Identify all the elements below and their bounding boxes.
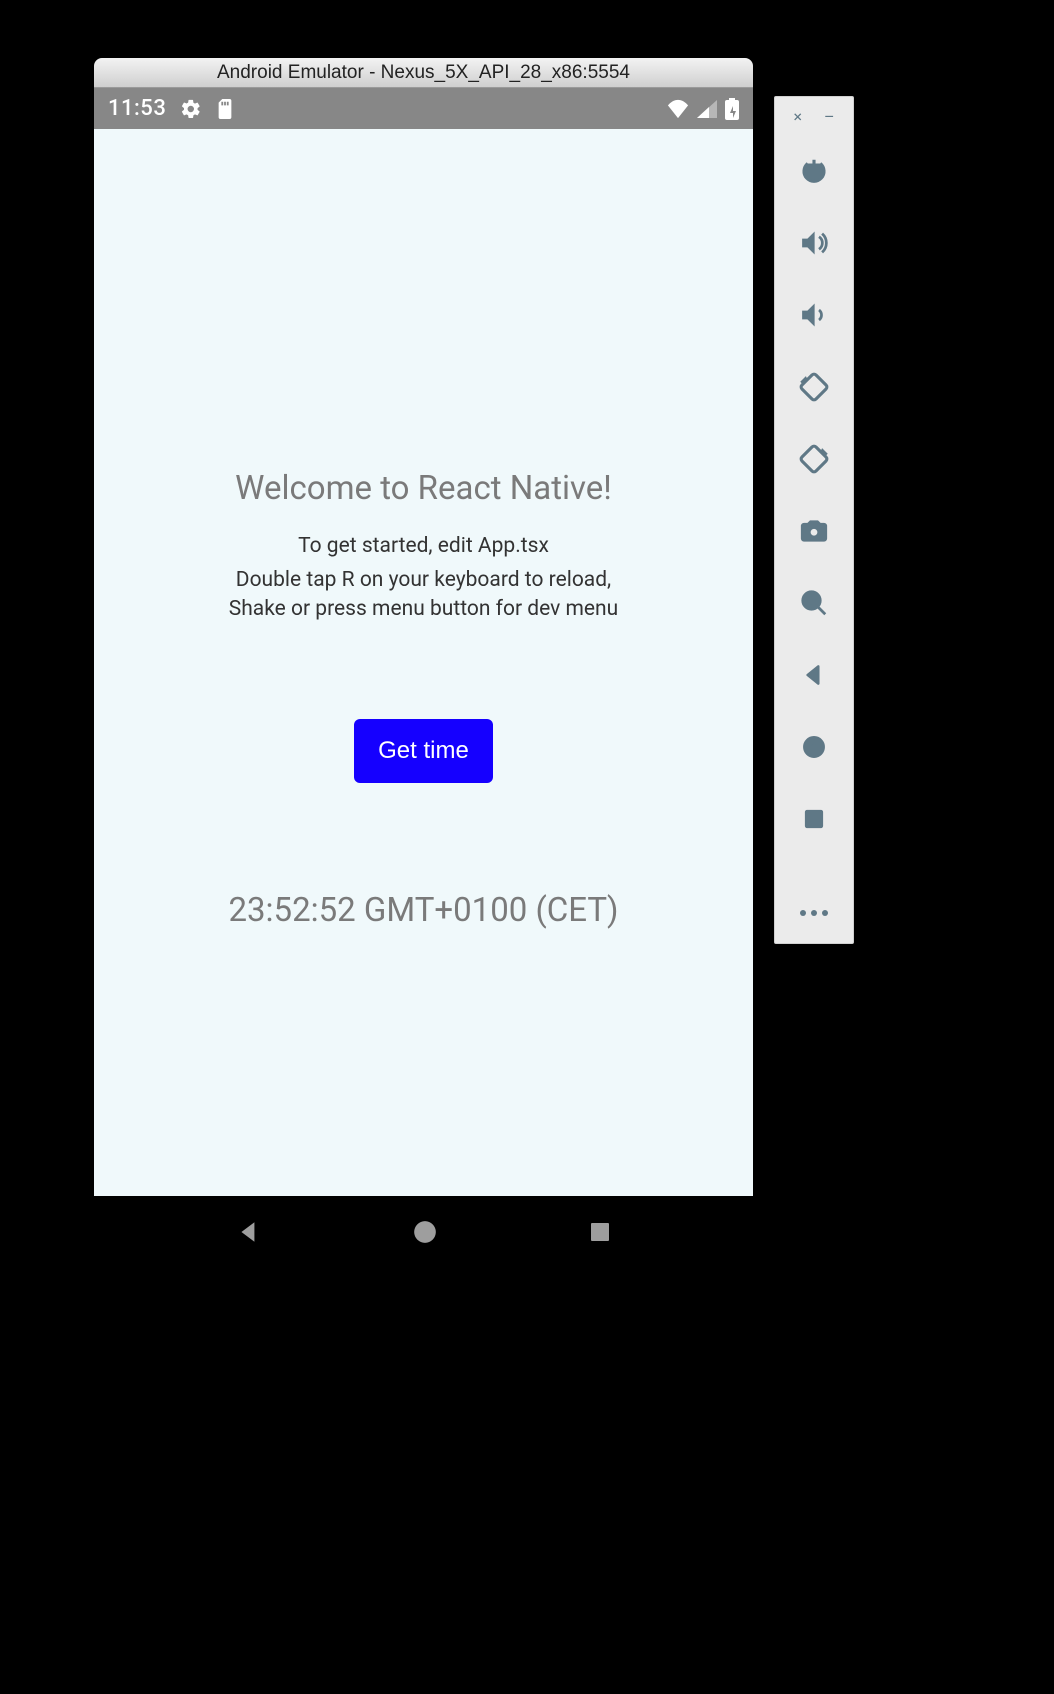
- window-title: Android Emulator - Nexus_5X_API_28_x86:5…: [217, 62, 630, 84]
- sd-card-icon: [216, 99, 234, 119]
- nav-overview-button[interactable]: [588, 1220, 612, 1244]
- clock-text: 11:53: [108, 96, 166, 121]
- settings-icon: [180, 98, 202, 120]
- more-options-button[interactable]: [775, 883, 853, 943]
- get-time-button[interactable]: Get time: [354, 719, 493, 783]
- edit-instruction: To get started, edit App.tsx: [298, 532, 549, 560]
- overview-button[interactable]: [775, 783, 853, 855]
- emulator-window: Android Emulator - Nexus_5X_API_28_x86:5…: [94, 58, 753, 1196]
- home-button[interactable]: [775, 711, 853, 783]
- window-titlebar[interactable]: Android Emulator - Nexus_5X_API_28_x86:5…: [94, 58, 753, 88]
- screenshot-button[interactable]: [775, 495, 853, 567]
- emulator-side-panel: × –: [774, 96, 854, 944]
- nav-home-button[interactable]: [412, 1219, 438, 1245]
- device-screen: 11:53 Welcom: [94, 88, 753, 1196]
- time-output: 23:52:52 GMT+0100 (CET): [228, 891, 618, 930]
- android-soft-nav: [94, 1200, 753, 1264]
- zoom-button[interactable]: [775, 567, 853, 639]
- rotate-right-button[interactable]: [775, 423, 853, 495]
- reload-instruction-line2: Shake or press menu button for dev menu: [229, 595, 618, 623]
- volume-down-button[interactable]: [775, 279, 853, 351]
- rotate-left-button[interactable]: [775, 351, 853, 423]
- battery-charging-icon: [725, 98, 739, 120]
- status-bar-right: [667, 98, 739, 120]
- volume-up-button[interactable]: [775, 207, 853, 279]
- android-status-bar: 11:53: [94, 88, 753, 129]
- close-window-button[interactable]: ×: [793, 107, 802, 126]
- nav-back-button[interactable]: [236, 1219, 262, 1245]
- minimize-window-button[interactable]: –: [824, 107, 835, 126]
- side-panel-top: × –: [775, 97, 853, 135]
- signal-icon: [697, 100, 717, 118]
- welcome-title: Welcome to React Native!: [235, 469, 612, 508]
- back-button[interactable]: [775, 639, 853, 711]
- reload-instruction-line1: Double tap R on your keyboard to reload,: [236, 566, 611, 594]
- app-content: Welcome to React Native! To get started,…: [94, 129, 753, 1196]
- wifi-icon: [667, 99, 689, 119]
- status-bar-left: 11:53: [108, 96, 234, 121]
- power-button[interactable]: [775, 135, 853, 207]
